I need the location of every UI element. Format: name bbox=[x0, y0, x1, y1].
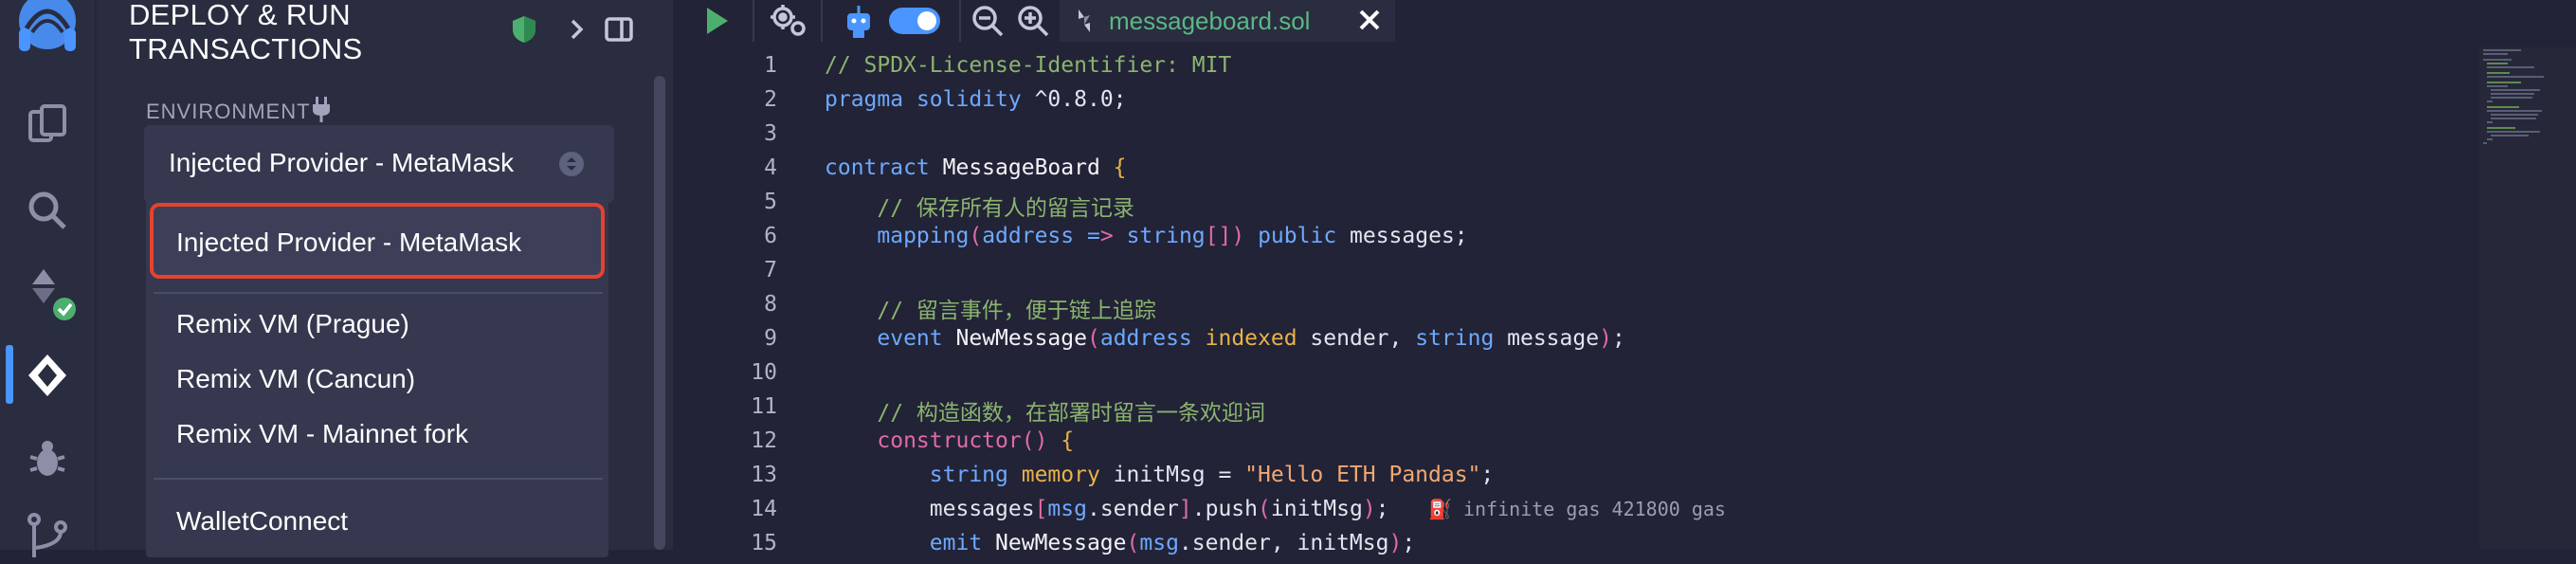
settings-gear-icon[interactable] bbox=[768, 2, 806, 40]
line-number: 7 bbox=[764, 258, 777, 282]
dropdown-item[interactable]: Remix VM - Mainnet fork bbox=[176, 419, 468, 449]
line-number: 4 bbox=[764, 155, 777, 180]
environment-dropdown: Injected Provider - MetaMask Remix VM (P… bbox=[146, 197, 608, 557]
debugger-icon[interactable] bbox=[23, 434, 72, 483]
file-tab[interactable]: messageboard.sol bbox=[1060, 0, 1395, 42]
code-line: emit NewMessage(msg.sender, initMsg); bbox=[929, 531, 1416, 555]
line-number: 9 bbox=[764, 326, 777, 351]
code-line: pragma solidity ^0.8.0; bbox=[825, 87, 1127, 112]
line-number: 13 bbox=[751, 463, 777, 487]
code-editor: messageboard.sol 1 2 3 4 5 6 7 8 9 10 11… bbox=[673, 0, 2576, 555]
panel-title-line-1: DEPLOY & RUN bbox=[129, 0, 351, 31]
select-caret-icon bbox=[557, 150, 586, 178]
line-number: 14 bbox=[751, 497, 777, 521]
ai-assistant-icon[interactable] bbox=[840, 2, 878, 40]
panel-title: DEPLOY & RUN TRANSACTIONS bbox=[129, 0, 362, 66]
panel-toggle-icon[interactable] bbox=[603, 13, 635, 45]
search-icon[interactable] bbox=[23, 186, 72, 235]
dropdown-divider bbox=[154, 478, 603, 480]
dropdown-item[interactable]: Remix VM (Cancun) bbox=[176, 364, 415, 394]
file-explorer-icon[interactable] bbox=[23, 100, 72, 150]
dropdown-item-selected[interactable]: Injected Provider - MetaMask bbox=[150, 203, 605, 279]
code-line: contract MessageBoard { bbox=[825, 155, 1127, 180]
code-line: messages[msg.sender].push(initMsg); ⛽ in… bbox=[825, 497, 1726, 521]
tab-separator bbox=[959, 0, 961, 42]
line-number: 1 bbox=[764, 53, 777, 78]
git-icon[interactable] bbox=[23, 510, 72, 559]
minimap-content bbox=[2479, 47, 2574, 180]
close-icon[interactable] bbox=[1353, 4, 1386, 36]
dropdown-item-label: Injected Provider - MetaMask bbox=[176, 227, 522, 257]
shield-icon[interactable] bbox=[508, 13, 540, 45]
line-number: 6 bbox=[764, 224, 777, 248]
line-number: 15 bbox=[751, 531, 777, 555]
remix-logo-icon[interactable] bbox=[9, 0, 85, 66]
code-line: mapping(address => string[]) public mess… bbox=[877, 224, 1468, 248]
zoom-out-icon[interactable] bbox=[969, 2, 1007, 40]
code-line: // SPDX-License-Identifier: MIT bbox=[825, 53, 1232, 78]
code-line: string memory initMsg = "Hello ETH Panda… bbox=[929, 463, 1495, 487]
editor-tab-bar: messageboard.sol bbox=[673, 0, 2576, 42]
gas-estimate-text: infinite gas 421800 gas bbox=[1463, 498, 1726, 520]
code-line: // 构造函数，在部署时留言一条欢迎词 bbox=[877, 401, 1265, 426]
line-number: 12 bbox=[751, 428, 777, 453]
deploy-run-panel: DEPLOY & RUN TRANSACTIONS ENVIRONMENT In… bbox=[95, 0, 673, 557]
code-line: constructor() { bbox=[877, 428, 1075, 453]
plug-icon bbox=[309, 95, 334, 123]
deploy-run-icon[interactable] bbox=[23, 351, 72, 400]
solidity-compiler-icon[interactable] bbox=[23, 265, 76, 320]
panel-scrollbar[interactable] bbox=[654, 76, 665, 550]
icon-rail bbox=[0, 0, 95, 557]
code-line: // 留言事件，便于链上追踪 bbox=[877, 299, 1156, 323]
chevron-right-icon[interactable] bbox=[561, 13, 593, 45]
code-line: // 保存所有人的留言记录 bbox=[877, 196, 1134, 221]
gas-estimate-hint: ⛽ infinite gas 421800 gas bbox=[1428, 498, 1726, 520]
environment-select-value: Injected Provider - MetaMask bbox=[169, 148, 515, 177]
line-number: 5 bbox=[764, 190, 777, 214]
run-icon[interactable] bbox=[698, 2, 735, 40]
line-number: 11 bbox=[751, 394, 777, 419]
file-tab-name: messageboard.sol bbox=[1109, 7, 1311, 35]
line-number: 10 bbox=[751, 360, 777, 385]
environment-select[interactable]: Injected Provider - MetaMask bbox=[144, 125, 614, 203]
toggle-switch-icon[interactable] bbox=[887, 2, 942, 40]
line-number: 8 bbox=[764, 292, 777, 317]
dropdown-divider bbox=[154, 292, 603, 294]
dropdown-item[interactable]: Remix VM (Prague) bbox=[176, 309, 409, 339]
active-plugin-indicator bbox=[6, 345, 13, 404]
panel-title-line-2: TRANSACTIONS bbox=[129, 32, 363, 65]
line-number: 2 bbox=[764, 87, 777, 112]
zoom-in-icon[interactable] bbox=[1014, 2, 1052, 40]
tab-separator bbox=[753, 0, 754, 42]
tab-separator bbox=[821, 0, 823, 42]
environment-label: ENVIRONMENT bbox=[146, 100, 311, 123]
code-line: event NewMessage(address indexed sender,… bbox=[877, 326, 1625, 351]
line-number: 3 bbox=[764, 121, 777, 146]
dropdown-item[interactable]: WalletConnect bbox=[176, 506, 348, 537]
solidity-file-icon bbox=[1073, 8, 1096, 34]
